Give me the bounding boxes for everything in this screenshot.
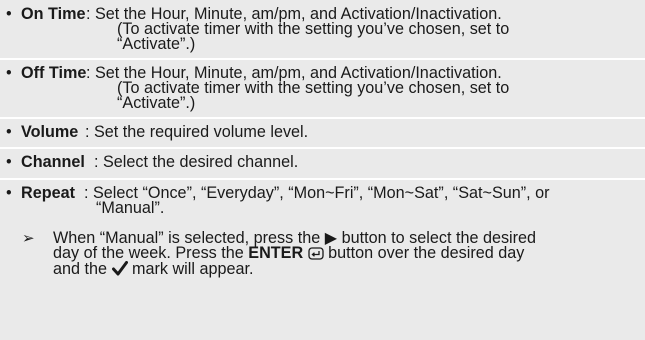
bullet: •: [6, 5, 12, 23]
bullet: •: [6, 184, 12, 202]
bullet: •: [6, 123, 12, 141]
instruction-panel: • On Time : Set the Hour, Minute, am/pm,…: [0, 0, 645, 340]
bullet: •: [6, 153, 12, 171]
item-label: Volume: [21, 123, 79, 141]
item-text-line3: “Activate”.): [117, 94, 196, 112]
item-text-line1: : Select the desired channel.: [94, 153, 299, 171]
divider: [0, 117, 645, 119]
item-text-line3: “Activate”.): [117, 35, 196, 53]
note-line2: day of the week. Press the ENTER button …: [53, 244, 525, 262]
note-line3-text-a: and the: [53, 260, 108, 278]
bullet: •: [6, 64, 12, 82]
note-line3-text-b: mark will appear.: [132, 260, 254, 278]
enter-keyword: ENTER: [248, 244, 304, 262]
item-label: Off Time: [21, 64, 87, 82]
item-label: Repeat: [21, 184, 75, 202]
item-text-line1: : Set the required volume level.: [85, 123, 309, 141]
note-line3: and the mark will appear.: [53, 261, 253, 277]
item-label: Channel: [21, 153, 85, 171]
divider: [0, 178, 645, 180]
note-arrow-icon: ➢: [22, 230, 35, 247]
note-line2-text-b: button over the desired day: [328, 244, 525, 262]
enter-icon: [307, 247, 324, 260]
divider: [0, 147, 645, 149]
item-label: On Time: [21, 5, 86, 23]
divider: [0, 58, 645, 60]
item-text-line2: “Manual”.: [96, 199, 165, 217]
checkmark-icon: [111, 261, 128, 276]
